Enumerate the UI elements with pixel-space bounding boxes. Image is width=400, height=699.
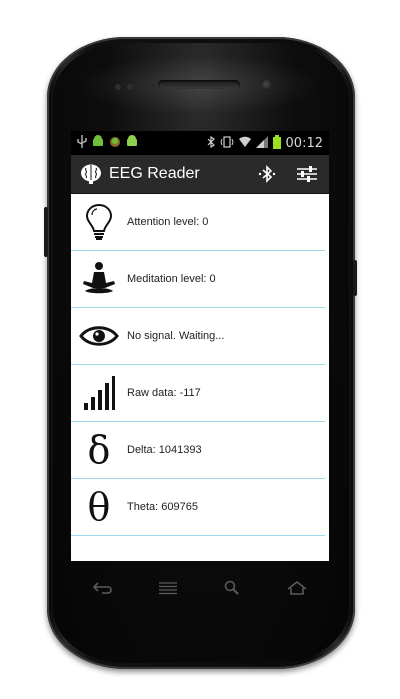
raw-data-label: Raw data: -117 — [127, 387, 201, 399]
delta-icon: δ — [79, 430, 119, 470]
nav-bar — [71, 566, 329, 610]
bluetooth-connect-icon — [258, 165, 276, 183]
action-bar: EEG Reader — [71, 155, 329, 194]
attention-label: Attention level: 0 — [127, 216, 209, 228]
home-button[interactable] — [283, 578, 311, 598]
signal-icon — [255, 135, 268, 151]
power-button — [353, 260, 357, 296]
earpiece-speaker — [158, 80, 240, 89]
reading-list: Attention level: 0 Meditation level: 0 N… — [71, 194, 329, 536]
app-title: EEG Reader — [109, 165, 200, 182]
sensor-dot — [127, 84, 133, 90]
list-item-signal[interactable]: No signal. Waiting... — [71, 308, 325, 365]
bluetooth-icon — [207, 135, 215, 151]
list-item-meditation[interactable]: Meditation level: 0 — [71, 251, 325, 308]
status-system: 00:12 — [207, 134, 323, 152]
settings-button[interactable] — [293, 160, 321, 188]
menu-button[interactable] — [154, 578, 182, 598]
delta-glyph: δ — [87, 428, 111, 472]
bluetooth-connect-button[interactable] — [253, 160, 281, 188]
search-button[interactable] — [218, 578, 246, 598]
back-icon — [93, 582, 113, 594]
screen: 00:12 EEG Reader Attention level: 0 Medi… — [71, 131, 329, 561]
android-debug-icon — [109, 135, 121, 151]
theta-glyph: θ — [87, 485, 111, 529]
settings-sliders-icon — [297, 166, 317, 182]
android-icon — [126, 135, 138, 151]
home-icon — [287, 580, 307, 595]
back-button[interactable] — [89, 578, 117, 598]
meditation-icon — [79, 259, 119, 299]
wifi-icon — [238, 136, 251, 151]
vibrate-icon — [220, 135, 234, 151]
front-camera — [262, 80, 272, 90]
sensor-dot — [115, 84, 121, 90]
volume-button — [44, 207, 48, 257]
status-clock: 00:12 — [285, 135, 323, 151]
menu-icon — [158, 582, 177, 595]
brain-icon — [81, 164, 101, 184]
signal-bars-icon — [79, 373, 119, 413]
meditation-label: Meditation level: 0 — [127, 273, 216, 285]
battery-icon — [272, 134, 281, 152]
search-icon — [224, 580, 239, 595]
list-item-raw[interactable]: Raw data: -117 — [71, 365, 325, 422]
delta-label: Delta: 1041393 — [127, 444, 202, 456]
signal-status-label: No signal. Waiting... — [127, 330, 225, 342]
list-item-theta[interactable]: θ Theta: 609765 — [71, 479, 325, 536]
status-bar: 00:12 — [71, 131, 329, 155]
theta-label: Theta: 609765 — [127, 501, 198, 513]
list-item-attention[interactable]: Attention level: 0 — [71, 194, 325, 251]
status-notifications — [77, 135, 138, 151]
android-icon — [92, 135, 104, 151]
usb-icon — [77, 135, 87, 151]
list-item-delta[interactable]: δ Delta: 1041393 — [71, 422, 325, 479]
eye-icon — [79, 316, 119, 356]
lightbulb-icon — [79, 202, 119, 242]
theta-icon: θ — [79, 487, 119, 527]
